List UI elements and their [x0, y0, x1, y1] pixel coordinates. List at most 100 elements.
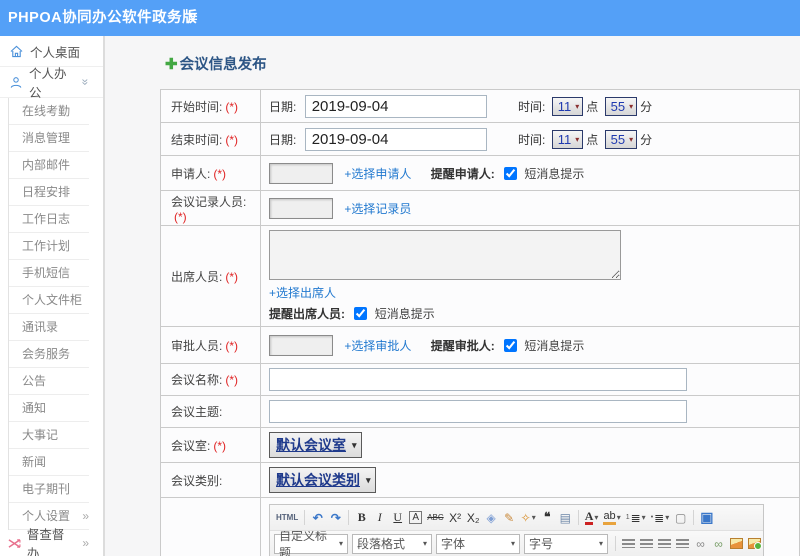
page-title: ✚ 会议信息发布 [165, 53, 800, 74]
subscript-icon[interactable]: X₂ [465, 508, 482, 528]
top-header: PHPOA协同办公软件政务版 ≡ [0, 0, 800, 36]
editor-toolbar-row1: HTML ↶ ↷ B I U A ABC X² X₂ ◈ ✎ ✧ ▾ ❝ ▤ A… [270, 505, 763, 531]
sidebar-item-memorabilia[interactable]: 大事记 [9, 422, 89, 449]
sidebar-item-personal-cabinet[interactable]: 个人文件柜 [9, 287, 89, 314]
select-approver-link[interactable]: +选择审批人 [344, 339, 411, 353]
applicant-sms-checkbox[interactable] [504, 166, 518, 180]
align-justify-icon[interactable] [674, 534, 691, 554]
main-content: ✚ 会议信息发布 开始时间:(*) 日期: 时间: 11▾点 55▾分 结束时间… [105, 36, 800, 556]
sidebar-item-schedule[interactable]: 日程安排 [9, 179, 89, 206]
attendees-sms-checkbox[interactable] [354, 307, 368, 320]
applicant-input[interactable] [269, 162, 333, 184]
font-border-icon[interactable]: A [409, 511, 423, 524]
meeting-room-select[interactable]: 默认会议室 ▾ [269, 432, 362, 458]
date-label: 日期: [269, 99, 297, 114]
paste-as-text-icon[interactable]: ▤ [557, 508, 574, 528]
hamburger-menu-icon[interactable]: ≡ [188, 0, 198, 34]
select-attendees-link[interactable]: +选择出席人 [269, 286, 336, 300]
italic-icon[interactable]: I [371, 508, 388, 528]
user-icon [10, 76, 22, 88]
meeting-category-select[interactable]: 默认会议类别 ▾ [269, 467, 376, 493]
sidebar-item-online-attendance[interactable]: 在线考勤 [9, 98, 89, 125]
redo-icon[interactable]: ↷ [327, 508, 344, 528]
sidebar-item-work-log[interactable]: 工作日志 [9, 206, 89, 233]
unordered-list-icon[interactable]: • ≣ ▾ [649, 508, 672, 528]
field-label: 开始时间: [171, 99, 223, 114]
caret-down-icon: ▾ [352, 439, 357, 450]
meeting-topic-input[interactable] [269, 400, 687, 423]
new-page-icon[interactable]: ▢ [672, 508, 689, 528]
align-center-icon[interactable] [638, 534, 655, 554]
link-icon[interactable]: ∞ [692, 534, 709, 554]
recorder-input[interactable] [269, 197, 333, 219]
sidebar-item-news[interactable]: 新闻 [9, 449, 89, 476]
caret-down-icon: ▾ [629, 101, 634, 111]
meeting-name-input[interactable] [269, 368, 687, 391]
start-date-input[interactable] [304, 94, 487, 118]
caret-down-icon: ▾ [594, 513, 599, 522]
strikethrough-icon[interactable]: ABC [425, 508, 445, 528]
required-mark: (*) [225, 132, 239, 147]
attendees-textarea[interactable] [269, 230, 621, 280]
bold-icon[interactable]: B [353, 508, 370, 528]
highlight-color-icon[interactable]: ab ▾ [601, 508, 622, 528]
approver-input[interactable] [269, 334, 333, 356]
font-family-select[interactable]: 字体 ▾ [436, 533, 520, 554]
sidebar-item-message-management[interactable]: 消息管理 [9, 125, 89, 152]
unlink-icon[interactable]: ∞ [710, 534, 727, 554]
quick-format-icon[interactable]: ✧ ▾ [519, 508, 538, 528]
sidebar-item-e-journal[interactable]: 电子期刊 [9, 476, 89, 503]
superscript-icon[interactable]: X² [447, 508, 464, 528]
sidebar-item-work-plan[interactable]: 工作计划 [9, 233, 89, 260]
sidebar-item-internal-mail[interactable]: 内部邮件 [9, 152, 89, 179]
sidebar-item-notice[interactable]: 通知 [9, 395, 89, 422]
sidebar-item-conference-service[interactable]: 会务服务 [9, 341, 89, 368]
align-left-icon[interactable] [620, 534, 637, 554]
time-label: 时间: [518, 132, 546, 147]
font-color-icon[interactable]: A ▾ [583, 508, 601, 528]
select-label: 自定义标题 [279, 531, 328, 556]
blockquote-icon[interactable]: ❝ [539, 508, 556, 528]
custom-title-select[interactable]: 自定义标题 ▾ [274, 531, 348, 556]
end-date-input[interactable] [304, 127, 487, 151]
approver-sms-checkbox[interactable] [504, 338, 518, 352]
field-label: 申请人: [171, 166, 211, 181]
remind-approver-label: 提醒审批人: [430, 338, 495, 353]
undo-icon[interactable]: ↶ [309, 508, 326, 528]
insert-image-icon[interactable] [728, 534, 745, 554]
start-minute-select[interactable]: 55 ▾ [604, 96, 638, 116]
upload-image-icon[interactable] [746, 534, 763, 554]
required-mark: (*) [213, 166, 227, 181]
html-source-button[interactable]: HTML [274, 508, 300, 528]
field-label: 审批人员: [171, 338, 223, 353]
font-size-select[interactable]: 字号 ▾ [524, 533, 608, 554]
end-minute-select[interactable]: 55 ▾ [604, 129, 638, 149]
sidebar-item-contacts[interactable]: 通讯录 [9, 314, 89, 341]
caret-down-icon: ▾ [575, 134, 580, 144]
plus-icon: ✚ [165, 55, 178, 73]
end-hour-select[interactable]: 11 ▾ [551, 129, 584, 149]
align-right-icon[interactable] [656, 534, 673, 554]
ordered-list-num: 1 [625, 514, 630, 521]
chevron-double-down-icon: » [78, 78, 93, 86]
fullscreen-icon[interactable]: ▣ [698, 508, 715, 528]
format-brush-icon[interactable]: ✎ [501, 508, 518, 528]
unordered-list-glyph: ≣ [654, 510, 665, 525]
select-recorder-link[interactable]: +选择记录员 [344, 202, 411, 216]
sidebar-item-announcement[interactable]: 公告 [9, 368, 89, 395]
chevron-right-icon: » [82, 509, 89, 523]
ordered-list-icon[interactable]: 1 ≣ ▾ [624, 508, 648, 528]
sidebar-item-sms[interactable]: 手机短信 [9, 260, 89, 287]
select-applicant-link[interactable]: +选择申请人 [344, 167, 411, 181]
start-hour-select[interactable]: 11 ▾ [551, 96, 584, 116]
category-value: 默认会议类别 [276, 472, 360, 488]
paragraph-format-select[interactable]: 段落格式 ▾ [352, 533, 432, 554]
font-color-glyph: A [584, 508, 594, 525]
ordered-list-glyph: ≣ [630, 510, 641, 525]
sidebar-item-supervision[interactable]: 督查督办 » [0, 528, 103, 556]
caret-down-icon: ▾ [616, 513, 621, 522]
underline-icon[interactable]: U [389, 508, 406, 528]
app-title: PHPOA协同办公软件政务版 [8, 10, 198, 26]
eraser-icon[interactable]: ◈ [483, 508, 500, 528]
sidebar-item-office[interactable]: 个人办公 » [0, 67, 103, 100]
